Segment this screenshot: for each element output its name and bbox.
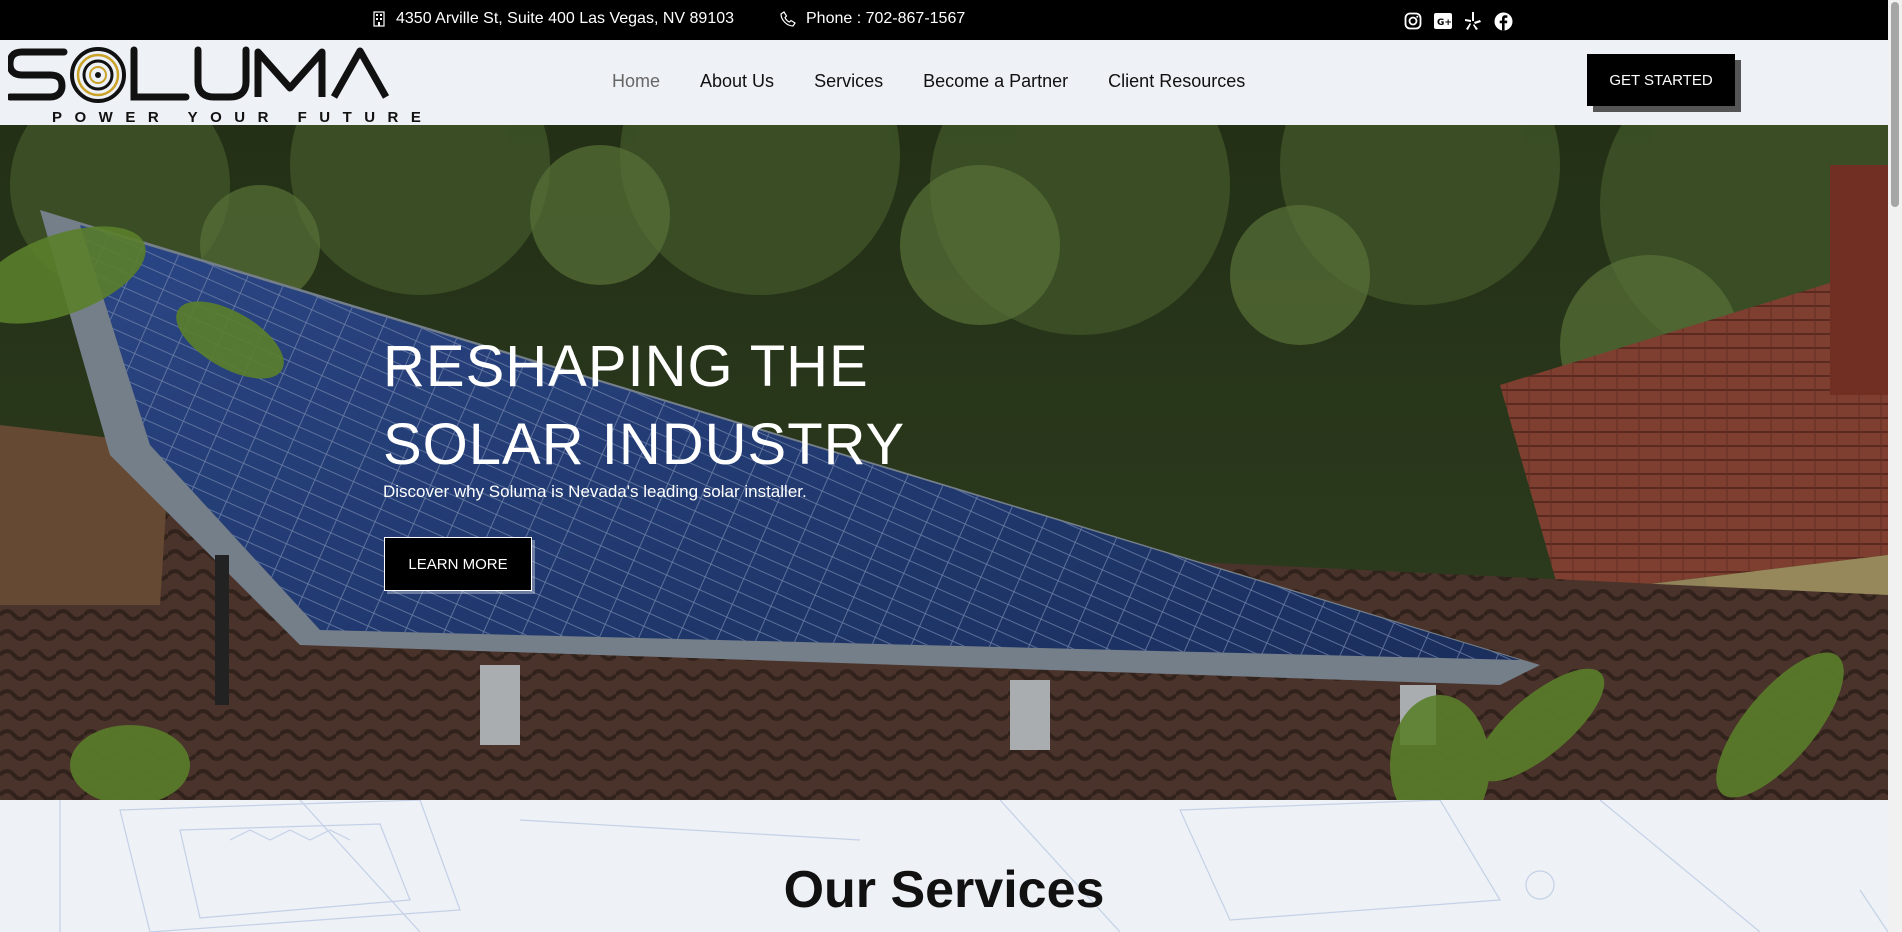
services-heading: Our Services	[783, 861, 1105, 919]
hero-background-image	[0, 125, 1888, 800]
get-started-button[interactable]: GET STARTED	[1587, 54, 1735, 106]
nav-item-services[interactable]: Services	[794, 71, 903, 92]
logo-wordmark	[6, 46, 390, 103]
top-contact-bar: 4350 Arville St, Suite 400 Las Vegas, NV…	[0, 0, 1888, 40]
instagram-icon[interactable]	[1402, 10, 1424, 32]
hero-section: RESHAPING THE SOLAR INDUSTRY Discover wh…	[0, 125, 1888, 800]
facebook-icon[interactable]	[1492, 10, 1514, 32]
social-links: G+	[1402, 10, 1514, 32]
nav-item-about-us[interactable]: About Us	[680, 71, 794, 92]
svg-text:G+: G+	[1437, 18, 1452, 28]
soluma-logo[interactable]: POWER YOUR FUTURE	[6, 44, 421, 126]
hero-title-line-2: SOLAR INDUSTRY	[383, 412, 906, 477]
hero-title-line-1: RESHAPING THE	[383, 334, 869, 399]
phone-icon	[780, 11, 796, 27]
phone-block[interactable]: Phone : 702-867-1567	[780, 10, 965, 28]
learn-more-button[interactable]: LEARN MORE	[384, 537, 532, 591]
address-text: 4350 Arville St, Suite 400 Las Vegas, NV…	[396, 10, 735, 27]
site-header: POWER YOUR FUTURE Home About Us Services…	[0, 40, 1888, 126]
services-section: Our Services	[0, 800, 1888, 932]
nav-item-home[interactable]: Home	[592, 71, 680, 92]
nav-item-client-resources[interactable]: Client Resources	[1088, 71, 1265, 92]
page-scrollbar[interactable]	[1888, 0, 1902, 932]
hero-title: RESHAPING THE SOLAR INDUSTRY	[383, 328, 905, 484]
address-block: 4350 Arville St, Suite 400 Las Vegas, NV…	[372, 10, 734, 28]
yelp-icon[interactable]	[1462, 10, 1484, 32]
main-nav: Home About Us Services Become a Partner …	[592, 71, 1265, 92]
logo-tagline: POWER YOUR FUTURE	[52, 109, 434, 126]
hero-subtitle: Discover why Soluma is Nevada's leading …	[383, 482, 807, 501]
phone-text[interactable]: Phone : 702-867-1567	[806, 10, 965, 28]
scrollbar-thumb[interactable]	[1891, 2, 1899, 207]
building-icon	[372, 11, 386, 27]
page: 4350 Arville St, Suite 400 Las Vegas, NV…	[0, 0, 1902, 932]
google-plus-icon[interactable]: G+	[1432, 10, 1454, 32]
nav-item-become-a-partner[interactable]: Become a Partner	[903, 71, 1088, 92]
